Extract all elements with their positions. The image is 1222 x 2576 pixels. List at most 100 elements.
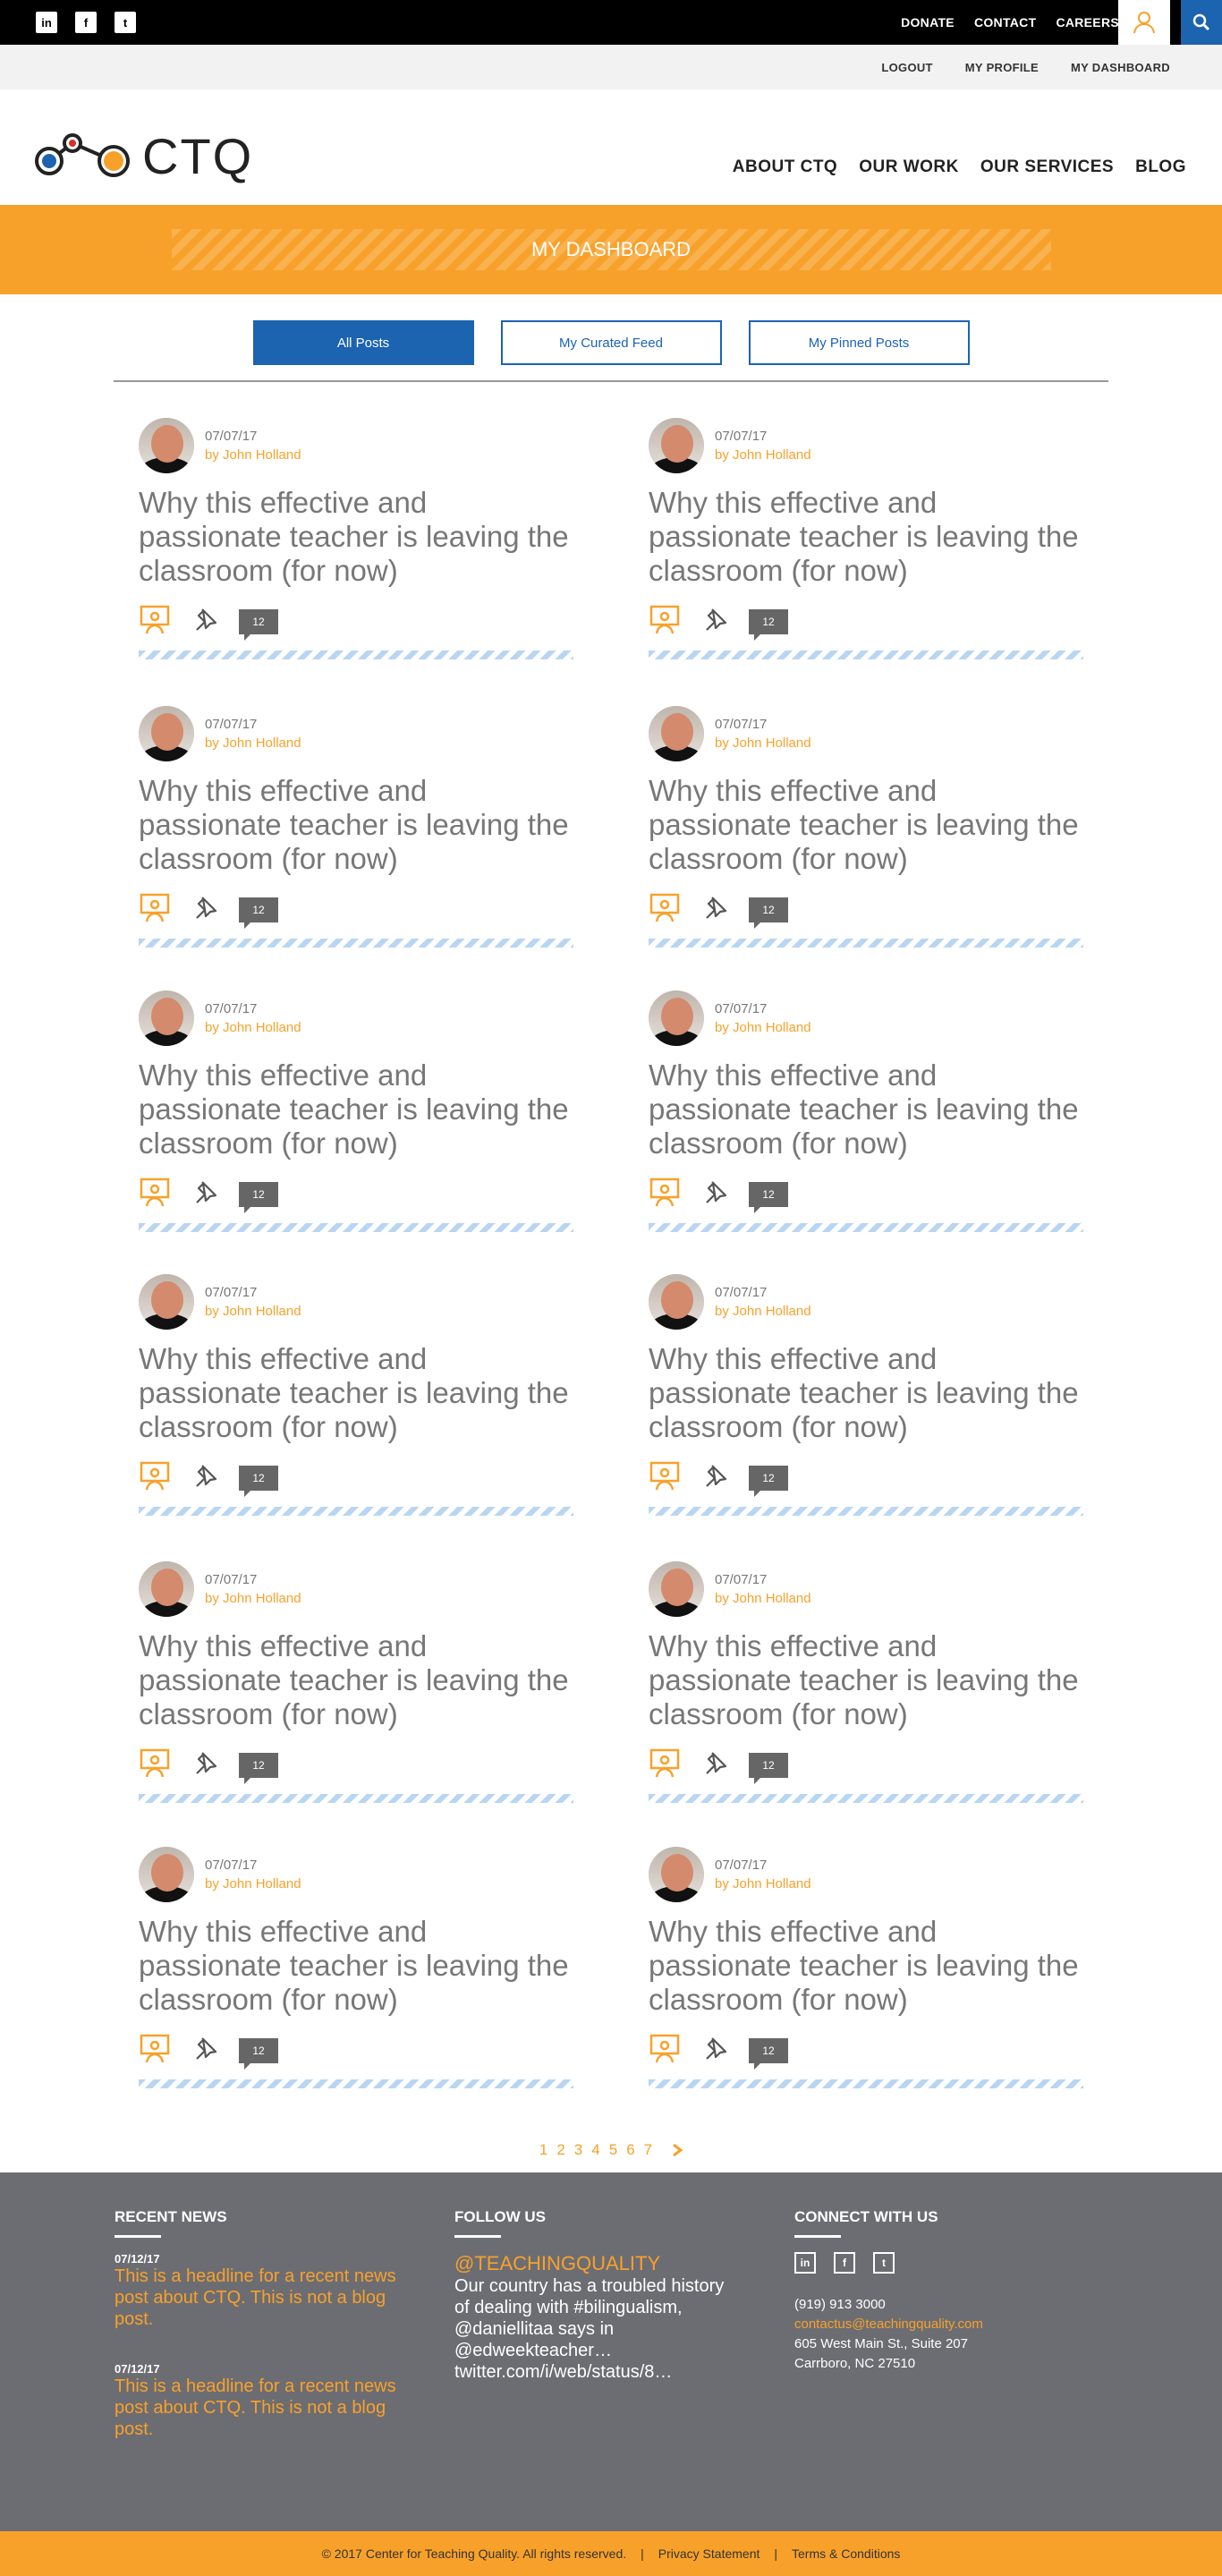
post-card[interactable]: 07/07/17 by John Holland Why this effectiv…	[649, 418, 1083, 659]
comment-count[interactable]: 12	[749, 1753, 788, 1784]
post-title[interactable]: Why this effective and passionate teache…	[139, 1058, 573, 1160]
contact-link[interactable]: CONTACT	[974, 15, 1037, 30]
post-title[interactable]: Why this effective and passionate teache…	[649, 774, 1083, 876]
terms-link[interactable]: Terms & Conditions	[792, 2546, 900, 2561]
tab-all-posts[interactable]: All Posts	[252, 320, 474, 365]
twitter-icon[interactable]: t	[115, 12, 136, 33]
post-title[interactable]: Why this effective and passionate teache…	[649, 486, 1083, 588]
linkedin-icon[interactable]: in	[36, 12, 57, 33]
nav-our-work[interactable]: OUR WORK	[859, 157, 959, 177]
presenter-icon[interactable]	[649, 2033, 681, 2070]
post-card[interactable]: 07/07/17 by John Holland Why this effectiv…	[139, 1274, 573, 1516]
post-author[interactable]: by John Holland	[715, 1875, 811, 1893]
facebook-icon[interactable]: f	[75, 12, 97, 33]
author-avatar[interactable]	[649, 418, 704, 473]
pin-icon[interactable]	[191, 2035, 219, 2068]
logout-link[interactable]: LOGOUT	[881, 61, 932, 74]
pin-icon[interactable]	[700, 1749, 729, 1782]
author-avatar[interactable]	[139, 1274, 194, 1330]
post-card[interactable]: 07/07/17 by John Holland Why this effectiv…	[649, 1561, 1083, 1803]
post-title[interactable]: Why this effective and passionate teache…	[649, 1629, 1083, 1731]
post-title[interactable]: Why this effective and passionate teache…	[649, 1058, 1083, 1160]
facebook-icon[interactable]: f	[834, 2252, 855, 2274]
my-dashboard-link[interactable]: MY DASHBOARD	[1071, 61, 1170, 74]
post-author[interactable]: by John Holland	[715, 1018, 811, 1037]
pin-icon[interactable]	[700, 2035, 729, 2068]
post-card[interactable]: 07/07/17 by John Holland Why this effectiv…	[139, 990, 573, 1232]
comment-count[interactable]: 12	[749, 1182, 788, 1213]
post-author[interactable]: by John Holland	[205, 1589, 301, 1608]
comment-count[interactable]: 12	[749, 609, 788, 641]
comment-count[interactable]: 12	[239, 1466, 278, 1497]
careers-link[interactable]: CAREERS	[1056, 15, 1119, 30]
comment-count[interactable]: 12	[239, 897, 278, 929]
page-link[interactable]: 1	[539, 2141, 547, 2159]
page-link[interactable]: 7	[644, 2141, 652, 2159]
author-avatar[interactable]	[139, 990, 194, 1046]
presenter-icon[interactable]	[139, 2033, 171, 2070]
post-author[interactable]: by John Holland	[205, 1018, 301, 1037]
post-card[interactable]: 07/07/17 by John Holland Why this effectiv…	[139, 1847, 573, 2088]
author-avatar[interactable]	[649, 1274, 704, 1330]
news-headline[interactable]: This is a headline for a recent news pos…	[115, 2376, 410, 2440]
post-card[interactable]: 07/07/17 by John Holland Why this effectiv…	[649, 990, 1083, 1232]
post-author[interactable]: by John Holland	[715, 1589, 811, 1608]
author-avatar[interactable]	[139, 1847, 194, 1902]
post-card[interactable]: 07/07/17 by John Holland Why this effectiv…	[139, 1561, 573, 1803]
post-author[interactable]: by John Holland	[205, 734, 301, 752]
presenter-icon[interactable]	[649, 604, 681, 641]
linkedin-icon[interactable]: in	[794, 2252, 816, 2274]
search-button[interactable]	[1181, 0, 1222, 45]
comment-count[interactable]: 12	[749, 2038, 788, 2070]
presenter-icon[interactable]	[139, 1460, 171, 1497]
email-link[interactable]: contactus@teachingquality.com	[794, 2315, 1090, 2334]
donate-link[interactable]: DONATE	[901, 15, 955, 30]
post-title[interactable]: Why this effective and passionate teache…	[649, 1342, 1083, 1444]
presenter-icon[interactable]	[649, 1747, 681, 1784]
post-author[interactable]: by John Holland	[715, 734, 811, 752]
pin-icon[interactable]	[191, 1178, 219, 1211]
twitter-handle[interactable]: @TEACHINGQUALITY	[454, 2252, 741, 2275]
pin-icon[interactable]	[700, 606, 729, 639]
page-link[interactable]: 4	[591, 2141, 599, 2159]
presenter-icon[interactable]	[649, 1460, 681, 1497]
presenter-icon[interactable]	[649, 892, 681, 929]
author-avatar[interactable]	[649, 706, 704, 761]
nav-about-ctq[interactable]: ABOUT CTQ	[733, 157, 837, 177]
pin-icon[interactable]	[700, 1462, 729, 1495]
author-avatar[interactable]	[139, 706, 194, 761]
presenter-icon[interactable]	[139, 604, 171, 641]
post-author[interactable]: by John Holland	[205, 1302, 301, 1321]
post-title[interactable]: Why this effective and passionate teache…	[139, 486, 573, 588]
news-headline[interactable]: This is a headline for a recent news pos…	[115, 2266, 410, 2330]
author-avatar[interactable]	[649, 1561, 704, 1617]
pin-icon[interactable]	[191, 1462, 219, 1495]
comment-count[interactable]: 12	[239, 1753, 278, 1784]
pin-icon[interactable]	[191, 606, 219, 639]
post-card[interactable]: 07/07/17 by John Holland Why this effectiv…	[139, 706, 573, 948]
post-author[interactable]: by John Holland	[715, 446, 811, 464]
comment-count[interactable]: 12	[239, 609, 278, 641]
pin-icon[interactable]	[191, 1749, 219, 1782]
presenter-icon[interactable]	[139, 892, 171, 929]
page-link[interactable]: 5	[609, 2141, 617, 2159]
post-card[interactable]: 07/07/17 by John Holland Why this effectiv…	[649, 1847, 1083, 2088]
pin-icon[interactable]	[700, 894, 729, 927]
next-page-icon[interactable]	[672, 2144, 683, 2156]
presenter-icon[interactable]	[139, 1747, 171, 1784]
tab-my-curated-feed[interactable]: My Curated Feed	[500, 320, 722, 365]
post-author[interactable]: by John Holland	[715, 1302, 811, 1321]
pin-icon[interactable]	[191, 894, 219, 927]
nav-blog[interactable]: BLOG	[1135, 157, 1186, 177]
post-title[interactable]: Why this effective and passionate teache…	[139, 774, 573, 876]
comment-count[interactable]: 12	[239, 2038, 278, 2070]
author-avatar[interactable]	[139, 1561, 194, 1617]
comment-count[interactable]: 12	[239, 1182, 278, 1213]
author-avatar[interactable]	[649, 990, 704, 1046]
ctq-logo[interactable]: CTQ	[31, 125, 253, 188]
tab-my-pinned-posts[interactable]: My Pinned Posts	[748, 320, 970, 365]
author-avatar[interactable]	[139, 418, 194, 473]
user-account-button[interactable]	[1118, 0, 1170, 45]
post-card[interactable]: 07/07/17 by John Holland Why this effectiv…	[139, 418, 573, 659]
comment-count[interactable]: 12	[749, 1466, 788, 1497]
